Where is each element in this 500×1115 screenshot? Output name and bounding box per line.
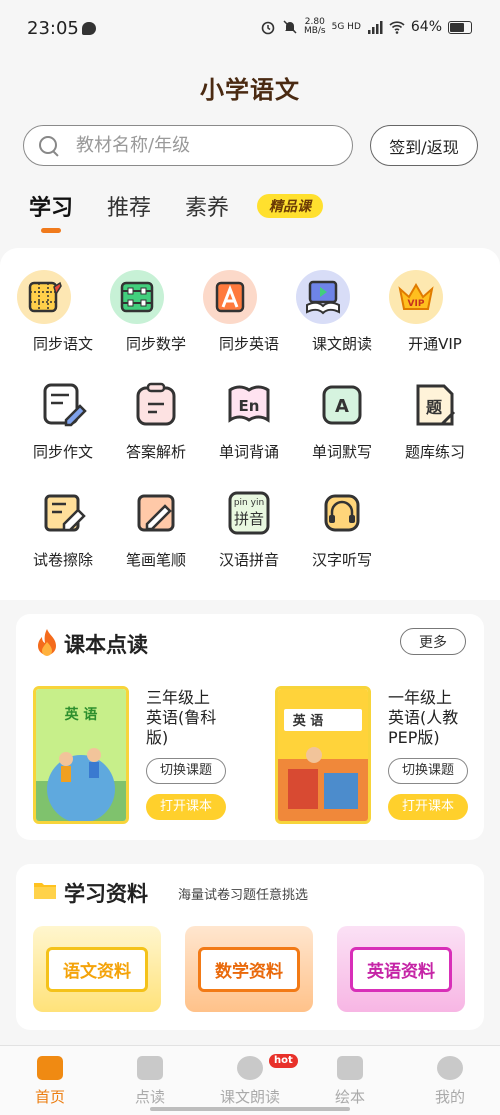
svg-text:英 语: 英 语: [292, 713, 324, 729]
textbook-reading-card: 课本点读 更多 英 语 三年级上 英语(鲁科 版) 切换课题 打开课本 英 语 …: [16, 614, 484, 840]
book-read-icon: [137, 1056, 163, 1080]
book-info-1: 三年级上 英语(鲁科 版) 切换课题 打开课本: [146, 688, 226, 820]
grid-pencil-icon: [17, 270, 71, 324]
search-bar[interactable]: [23, 125, 353, 166]
book-name-2: 一年级上 英语(人教 PEP版): [388, 688, 459, 747]
fire-icon: [38, 629, 56, 656]
feature-sync-chinese[interactable]: 同步语文: [17, 270, 109, 354]
mute-icon: [283, 20, 297, 34]
svg-text:pin yin: pin yin: [234, 498, 264, 508]
net-speed: 2.80 MB/s: [303, 17, 326, 36]
nav-picture-book[interactable]: 绘本: [310, 1056, 390, 1107]
feature-paper-erase[interactable]: 试卷擦除: [17, 486, 109, 570]
svg-text:A: A: [335, 396, 349, 417]
nav-home[interactable]: 首页: [10, 1056, 90, 1107]
microphone-icon: [237, 1056, 263, 1080]
study-materials-card: 学习资料 海量试卷习题任意挑选 语文资料 数学资料 英语资料: [16, 864, 484, 1030]
composition-icon: [36, 378, 90, 432]
feature-char-dictation[interactable]: 汉字听写: [296, 486, 388, 570]
material-math[interactable]: 数学资料: [185, 926, 313, 1012]
stroke-pen-icon: [129, 486, 183, 540]
signin-button[interactable]: 签到/返现: [370, 125, 478, 166]
abacus-icon: [110, 270, 164, 324]
headphone-icon: [315, 486, 369, 540]
status-bar: 23:05 2.80 MB/s 5G HD 64%: [0, 0, 500, 60]
top-tabs: 学习 推荐 素养 精品课: [29, 190, 324, 233]
feature-word-dictation[interactable]: A 单词默写: [296, 378, 388, 462]
play-book-icon: [296, 270, 350, 324]
material-english[interactable]: 英语资料: [337, 926, 465, 1012]
feature-composition[interactable]: 同步作文: [17, 378, 109, 462]
home-indicator[interactable]: [150, 1107, 350, 1111]
feature-stroke-order[interactable]: 笔画笔顺: [110, 486, 202, 570]
svg-text:VIP: VIP: [408, 299, 425, 309]
feature-text-reading[interactable]: 课文朗读: [296, 270, 388, 354]
app-title: 小学语文: [200, 76, 300, 104]
status-right: 2.80 MB/s 5G HD 64%: [260, 18, 472, 36]
materials-subtitle: 海量试卷习题任意挑选: [178, 888, 309, 903]
feature-answer-analysis[interactable]: 答案解析: [110, 378, 202, 462]
svg-text:英 语: 英 语: [64, 706, 98, 723]
feature-question-bank[interactable]: 题 题库练习: [389, 378, 481, 462]
clipboard-icon: [129, 378, 183, 432]
hot-badge: hot: [269, 1054, 298, 1068]
feature-sync-math[interactable]: 同步数学: [110, 270, 202, 354]
letter-a-icon: [203, 270, 257, 324]
wifi-icon: [389, 21, 405, 34]
book-cover-1[interactable]: 英 语: [33, 686, 129, 824]
feature-sync-english[interactable]: 同步英语: [203, 270, 295, 354]
home-icon: [37, 1056, 63, 1080]
book-name-1: 三年级上 英语(鲁科 版): [146, 688, 217, 747]
svg-text:题: 题: [426, 398, 443, 417]
message-icon: [82, 22, 96, 35]
tab-literacy[interactable]: 素养: [185, 190, 229, 222]
bottom-nav: 首页 点读 hot 课文朗读 绘本 我的: [0, 1045, 500, 1115]
question-bank-icon: 题: [408, 378, 462, 432]
picture-icon: [337, 1056, 363, 1080]
feature-open-vip[interactable]: VIP 开通VIP: [389, 270, 481, 354]
book-cover-2[interactable]: 英 语: [275, 686, 371, 824]
open-book-button-1[interactable]: 打开课本: [146, 794, 226, 820]
tab-recommend[interactable]: 推荐: [107, 190, 151, 222]
nav-text-reading[interactable]: hot 课文朗读: [210, 1054, 298, 1107]
switch-topic-button-2[interactable]: 切换课题: [388, 758, 468, 784]
tab-premium-course[interactable]: 精品课: [257, 194, 324, 218]
letter-card-icon: A: [315, 378, 369, 432]
alarm-icon: [261, 21, 275, 35]
en-book-icon: En: [222, 378, 276, 432]
feature-pinyin[interactable]: pin yin 拼音 汉语拼音: [203, 486, 295, 570]
nav-point-read[interactable]: 点读: [110, 1056, 190, 1107]
signal-label: 5G HD: [331, 21, 361, 32]
feature-word-recite[interactable]: En 单词背诵: [203, 378, 295, 462]
profile-icon: [437, 1056, 463, 1080]
tab-study[interactable]: 学习: [29, 190, 73, 233]
search-input[interactable]: [76, 135, 326, 156]
feature-card: 同步语文 同步数学 同步英语 课文朗读 VIP 开通VIP 同步作文 答案解析 …: [0, 248, 500, 600]
switch-topic-button-1[interactable]: 切换课题: [146, 758, 226, 784]
open-book-button-2[interactable]: 打开课本: [388, 794, 468, 820]
eraser-icon: [36, 486, 90, 540]
status-time: 23:05: [27, 18, 79, 39]
material-chinese[interactable]: 语文资料: [33, 926, 161, 1012]
svg-text:拼音: 拼音: [234, 510, 264, 528]
signal-icon: [367, 21, 383, 34]
battery-icon: [448, 20, 472, 34]
folder-icon: [34, 883, 56, 899]
section-title-materials: 学习资料: [64, 882, 148, 906]
book-info-2: 一年级上 英语(人教 PEP版) 切换课题 打开课本: [388, 688, 468, 820]
more-button[interactable]: 更多: [400, 628, 466, 655]
pinyin-icon: pin yin 拼音: [222, 486, 276, 540]
search-icon: [38, 135, 60, 157]
battery-percent: 64%: [410, 19, 442, 35]
nav-mine[interactable]: 我的: [410, 1056, 490, 1107]
vip-crown-icon: VIP: [389, 270, 443, 324]
section-title-reading: 课本点读: [64, 633, 148, 657]
svg-text:En: En: [239, 397, 260, 415]
